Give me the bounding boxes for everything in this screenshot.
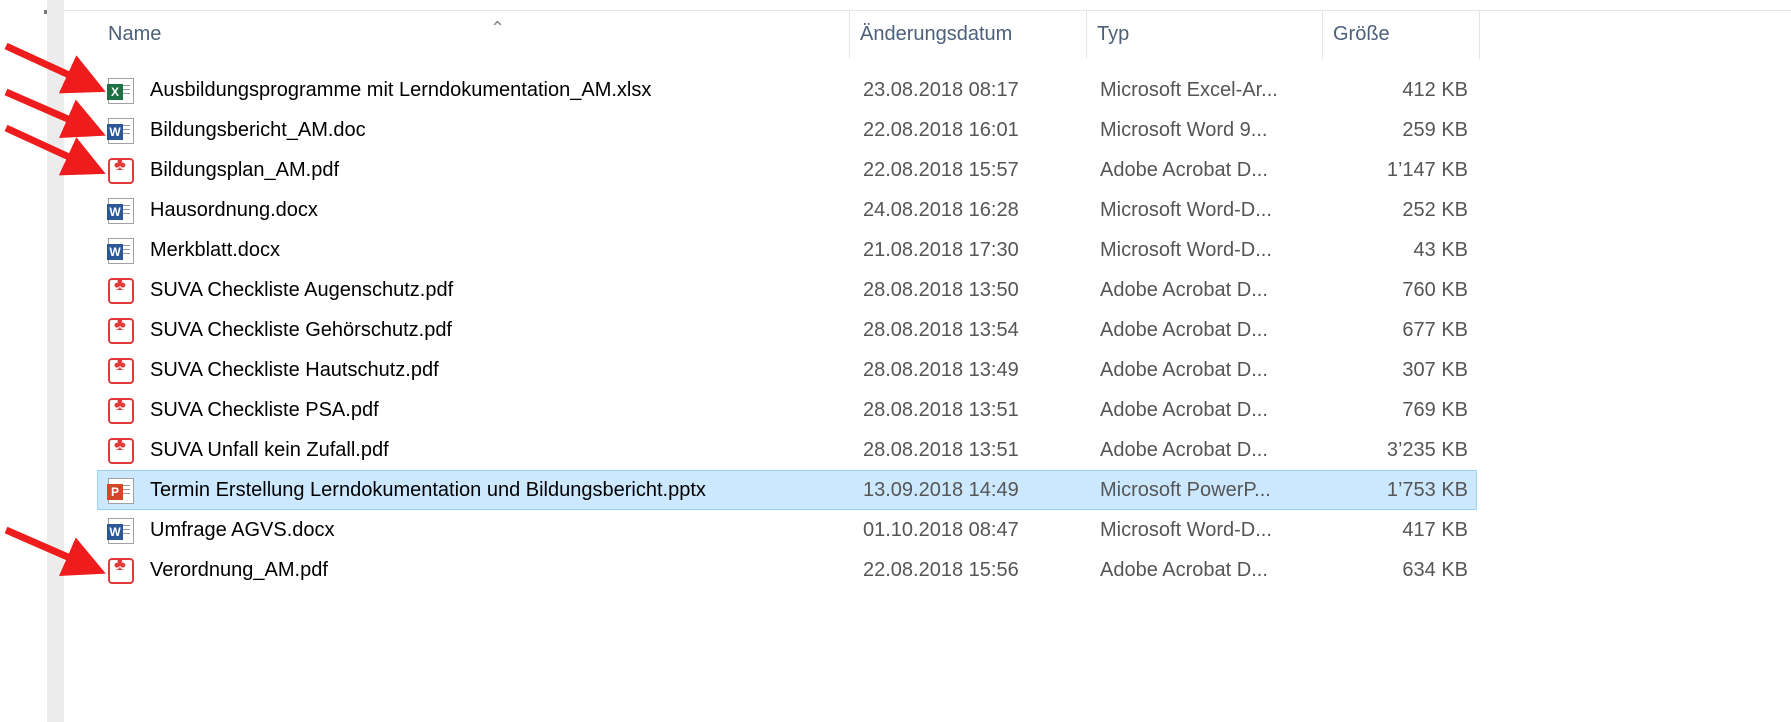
- red-arrow-icon: [4, 88, 106, 139]
- red-arrow-icon: [4, 124, 106, 176]
- red-arrow-icon: [4, 526, 106, 577]
- red-arrow-icon: [4, 42, 106, 94]
- annotation-arrows: [4, 42, 106, 577]
